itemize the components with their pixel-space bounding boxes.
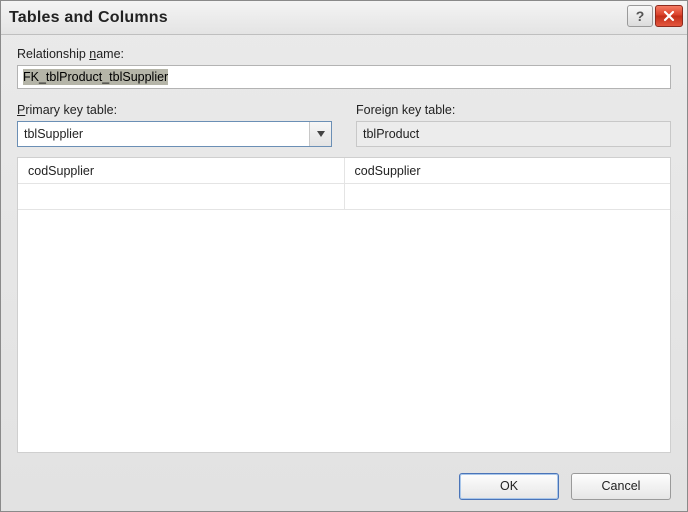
foreign-key-table-value: tblProduct (356, 121, 671, 147)
primary-key-table-value: tblSupplier (18, 127, 309, 141)
cancel-button[interactable]: Cancel (571, 473, 671, 500)
primary-key-table-label: Primary key table: (17, 103, 332, 117)
foreign-key-table-label: Foreign key table: (356, 103, 671, 117)
dialog-title: Tables and Columns (9, 9, 627, 27)
close-icon (663, 10, 675, 22)
help-icon: ? (636, 8, 645, 24)
foreign-column-cell[interactable] (345, 184, 671, 209)
foreign-key-col: Foreign key table: tblProduct (356, 103, 671, 147)
relationship-name-label: Relationship name: (17, 47, 671, 61)
dialog-button-row: OK Cancel (1, 461, 687, 511)
label-part: Relationship (17, 47, 89, 61)
table-row[interactable] (18, 184, 670, 210)
chevron-down-icon (317, 131, 325, 137)
primary-column-cell[interactable] (18, 184, 345, 209)
primary-key-table-dropdown-button[interactable] (309, 122, 331, 146)
table-row[interactable]: codSupplier codSupplier (18, 158, 670, 184)
primary-key-col: Primary key table: tblSupplier (17, 103, 332, 147)
foreign-column-cell[interactable]: codSupplier (345, 158, 671, 183)
label-part: rimary key table: (25, 103, 117, 117)
dialog-content: Relationship name: FK_tblProduct_tblSupp… (1, 35, 687, 461)
titlebar: Tables and Columns ? (1, 1, 687, 35)
close-button[interactable] (655, 5, 683, 27)
label-part: ame: (96, 47, 124, 61)
grid-empty-area (18, 210, 670, 452)
relationship-name-input[interactable] (17, 65, 671, 89)
key-tables-row: Primary key table: tblSupplier Foreign k… (17, 103, 671, 147)
columns-grid[interactable]: codSupplier codSupplier (17, 157, 671, 453)
ok-button[interactable]: OK (459, 473, 559, 500)
primary-column-cell[interactable]: codSupplier (18, 158, 345, 183)
dialog-window: Tables and Columns ? Relationship name: … (0, 0, 688, 512)
titlebar-buttons: ? (627, 1, 687, 34)
help-button[interactable]: ? (627, 5, 653, 27)
relationship-name-field-wrap: FK_tblProduct_tblSupplier (17, 65, 671, 89)
primary-key-table-combo[interactable]: tblSupplier (17, 121, 332, 147)
